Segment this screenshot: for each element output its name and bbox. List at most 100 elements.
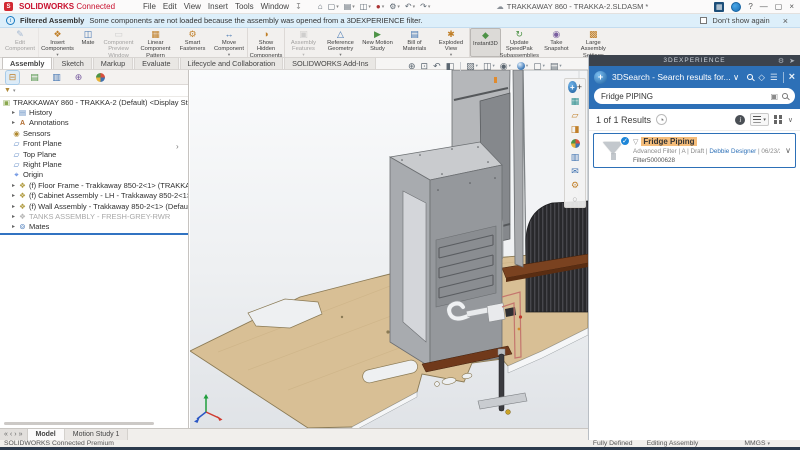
ribbon-button[interactable]: Mate ▾ [76,28,100,57]
menu-view[interactable]: View [184,2,201,11]
units-selector[interactable]: MMGS ▾ [744,440,770,447]
model-tab[interactable]: Model [28,429,65,440]
displaymanager-tab[interactable] [94,71,107,84]
model-fridge-cabinet[interactable] [390,142,516,367]
options-button[interactable]: ⚙ ▾ [389,2,400,11]
command-tab[interactable]: Assembly [2,57,52,69]
search-input[interactable] [601,92,766,101]
search-submit-icon[interactable] [782,93,788,99]
ribbon-button[interactable]: Update SpeedPak Subassemblies ▾ [501,28,538,57]
history-clock-icon[interactable]: ◔ [656,114,667,125]
tree-item[interactable]: ▸ (f) Floor Frame - Trakkaway 850-2<1> (… [0,180,188,190]
tree-item[interactable]: ▸ Annotations [0,118,188,128]
collaboration-message-icon[interactable]: + [568,165,582,177]
first-tab-button[interactable]: « [4,431,8,438]
open-from-3dexperience-icon[interactable]: + [568,109,582,121]
command-tab[interactable]: Markup [93,57,133,69]
minimize-button[interactable]: — [760,2,768,11]
pin-menu-icon[interactable]: ↧ [295,2,302,11]
previous-view-icon[interactable]: ↶ ▾ [433,61,441,72]
tree-item[interactable]: ▸ TRAKKAWAY 860 - TRAKKA-2 (Default) <Di… [0,97,188,107]
menu-insert[interactable]: Insert [208,2,228,11]
search-box[interactable]: ▣ [594,88,795,104]
command-tab[interactable]: Evaluate [134,57,178,69]
view-orientation-icon[interactable]: ▧ ▾ [466,61,478,72]
app-switcher-icon[interactable]: ▦ [714,2,724,12]
rollback-bar[interactable] [0,233,188,235]
separator[interactable]: ▾ [459,62,461,71]
dont-show-again-checkbox[interactable] [700,17,707,24]
ribbon-button[interactable]: Move Component ▾ [211,28,248,57]
restore-button[interactable]: ▢ [775,2,783,11]
tree-filter[interactable]: ▼ ▾ [0,85,188,97]
next-tab-button[interactable]: › [14,431,16,438]
ribbon-button[interactable]: Smart Fasteners ▾ [174,28,211,57]
ribbon-button[interactable]: Instant3D ▾ [470,28,501,57]
tree-item[interactable]: ▸ Origin [0,170,188,180]
model-junction-box[interactable] [487,303,505,322]
menu-edit[interactable]: Edit [163,2,177,11]
menu-window[interactable]: Window [261,2,289,11]
properties-table-icon[interactable]: + [568,151,582,163]
ribbon-button[interactable]: Linear Component Pattern ▾ [137,28,174,57]
result-title[interactable]: Fridge Piping [641,137,696,146]
ribbon-button[interactable]: Insert Components ▾ [39,28,76,57]
featuremanager-tab[interactable] [6,71,19,84]
tool-title[interactable]: 3DSearch - Search results for... ∨ [612,72,742,83]
new-document-button[interactable]: ▢ ▾ [328,2,339,11]
menu-icon[interactable]: ☰ [770,72,778,83]
panel-pin-icon[interactable]: ➤ [789,57,796,65]
banner-close-icon[interactable]: × [783,16,788,26]
ribbon-button[interactable]: Edit Component ▾ [2,28,39,57]
screen-capture-icon[interactable]: ▣ [770,92,778,101]
grid-view-icon[interactable] [774,115,783,124]
tree-item[interactable]: ▸ TANKS ASSEMBLY - FRESH-GREY-RWR [0,211,188,221]
undo-button[interactable]: ↶ ▾ [405,2,415,11]
tree-item[interactable]: ▸ Top Plane [0,149,188,159]
model-condenser-coils[interactable] [436,226,496,307]
dimxpertmanager-tab[interactable] [72,71,85,84]
close-button[interactable]: × [789,2,794,11]
section-view-icon[interactable]: ◧ ▾ [446,61,455,72]
ribbon-button[interactable]: Take Snapshot ▾ [538,28,575,57]
save-to-3dexperience-icon[interactable]: + [568,123,582,135]
zoom-to-fit-icon[interactable]: ⊕ ▾ [408,61,416,72]
tree-item[interactable]: ▸ (f) Cabinet Assembly - LH - Trakkaway … [0,191,188,201]
ribbon-button[interactable]: Assembly Features ▾ [285,28,322,57]
ribbon-button[interactable]: Component Preview Window ▾ [100,28,137,57]
3ds-compass-icon[interactable]: + [594,71,607,84]
home-button[interactable]: ⌂ ▾ [318,2,323,11]
hide-show-items-icon[interactable]: ◉ ▾ [500,61,511,72]
last-tab-button[interactable]: » [19,431,23,438]
tree-item[interactable]: ▸ Front Plane [0,139,188,149]
sort-button[interactable]: ▾ [750,113,769,126]
ribbon-button[interactable]: New Motion Study ▾ [359,28,396,57]
result-expand-icon[interactable]: ∨ [785,146,791,155]
user-avatar[interactable] [731,2,741,12]
tree-item[interactable]: ▸ Mates [0,222,188,232]
lifecycle-status-icon[interactable]: + [568,95,582,107]
ribbon-button[interactable]: Exploded View ▾ [433,28,470,57]
collapse-chevron-icon[interactable]: ∨ [788,116,793,124]
ribbon-button[interactable]: Reference Geometry ▾ [322,28,359,57]
panel-close-icon[interactable]: × [789,71,795,83]
menu-file[interactable]: File [143,2,156,11]
3dexperience-compass-icon[interactable]: + [568,81,582,93]
select-bookmark-icon[interactable]: + [568,137,582,149]
tag-icon[interactable]: ◇ [758,72,765,83]
propertymanager-tab[interactable] [28,71,41,84]
info-icon[interactable]: i [735,115,745,125]
model-tab[interactable]: Motion Study 1 [65,429,129,440]
result-owner-link[interactable]: Debbie Designer [709,148,756,155]
command-tab[interactable]: SOLIDWORKS Add-Ins [284,57,376,69]
horizontal-scrollbar[interactable] [4,422,154,425]
redo-button[interactable]: ↷ ▾ [420,2,430,11]
tree-item[interactable]: ▸ (f) Wall Assembly - Trakkaway 850-2<1>… [0,201,188,211]
configurationmanager-tab[interactable] [50,71,63,84]
menu-tools[interactable]: Tools [235,2,254,11]
3dexperience-options-icon[interactable]: + [568,179,582,191]
tree-item[interactable]: ▸ History [0,107,188,117]
3d-model-view[interactable] [190,70,588,428]
rebuild-button[interactable]: ● ▾ [376,2,384,11]
help-button[interactable]: ? [748,2,752,11]
